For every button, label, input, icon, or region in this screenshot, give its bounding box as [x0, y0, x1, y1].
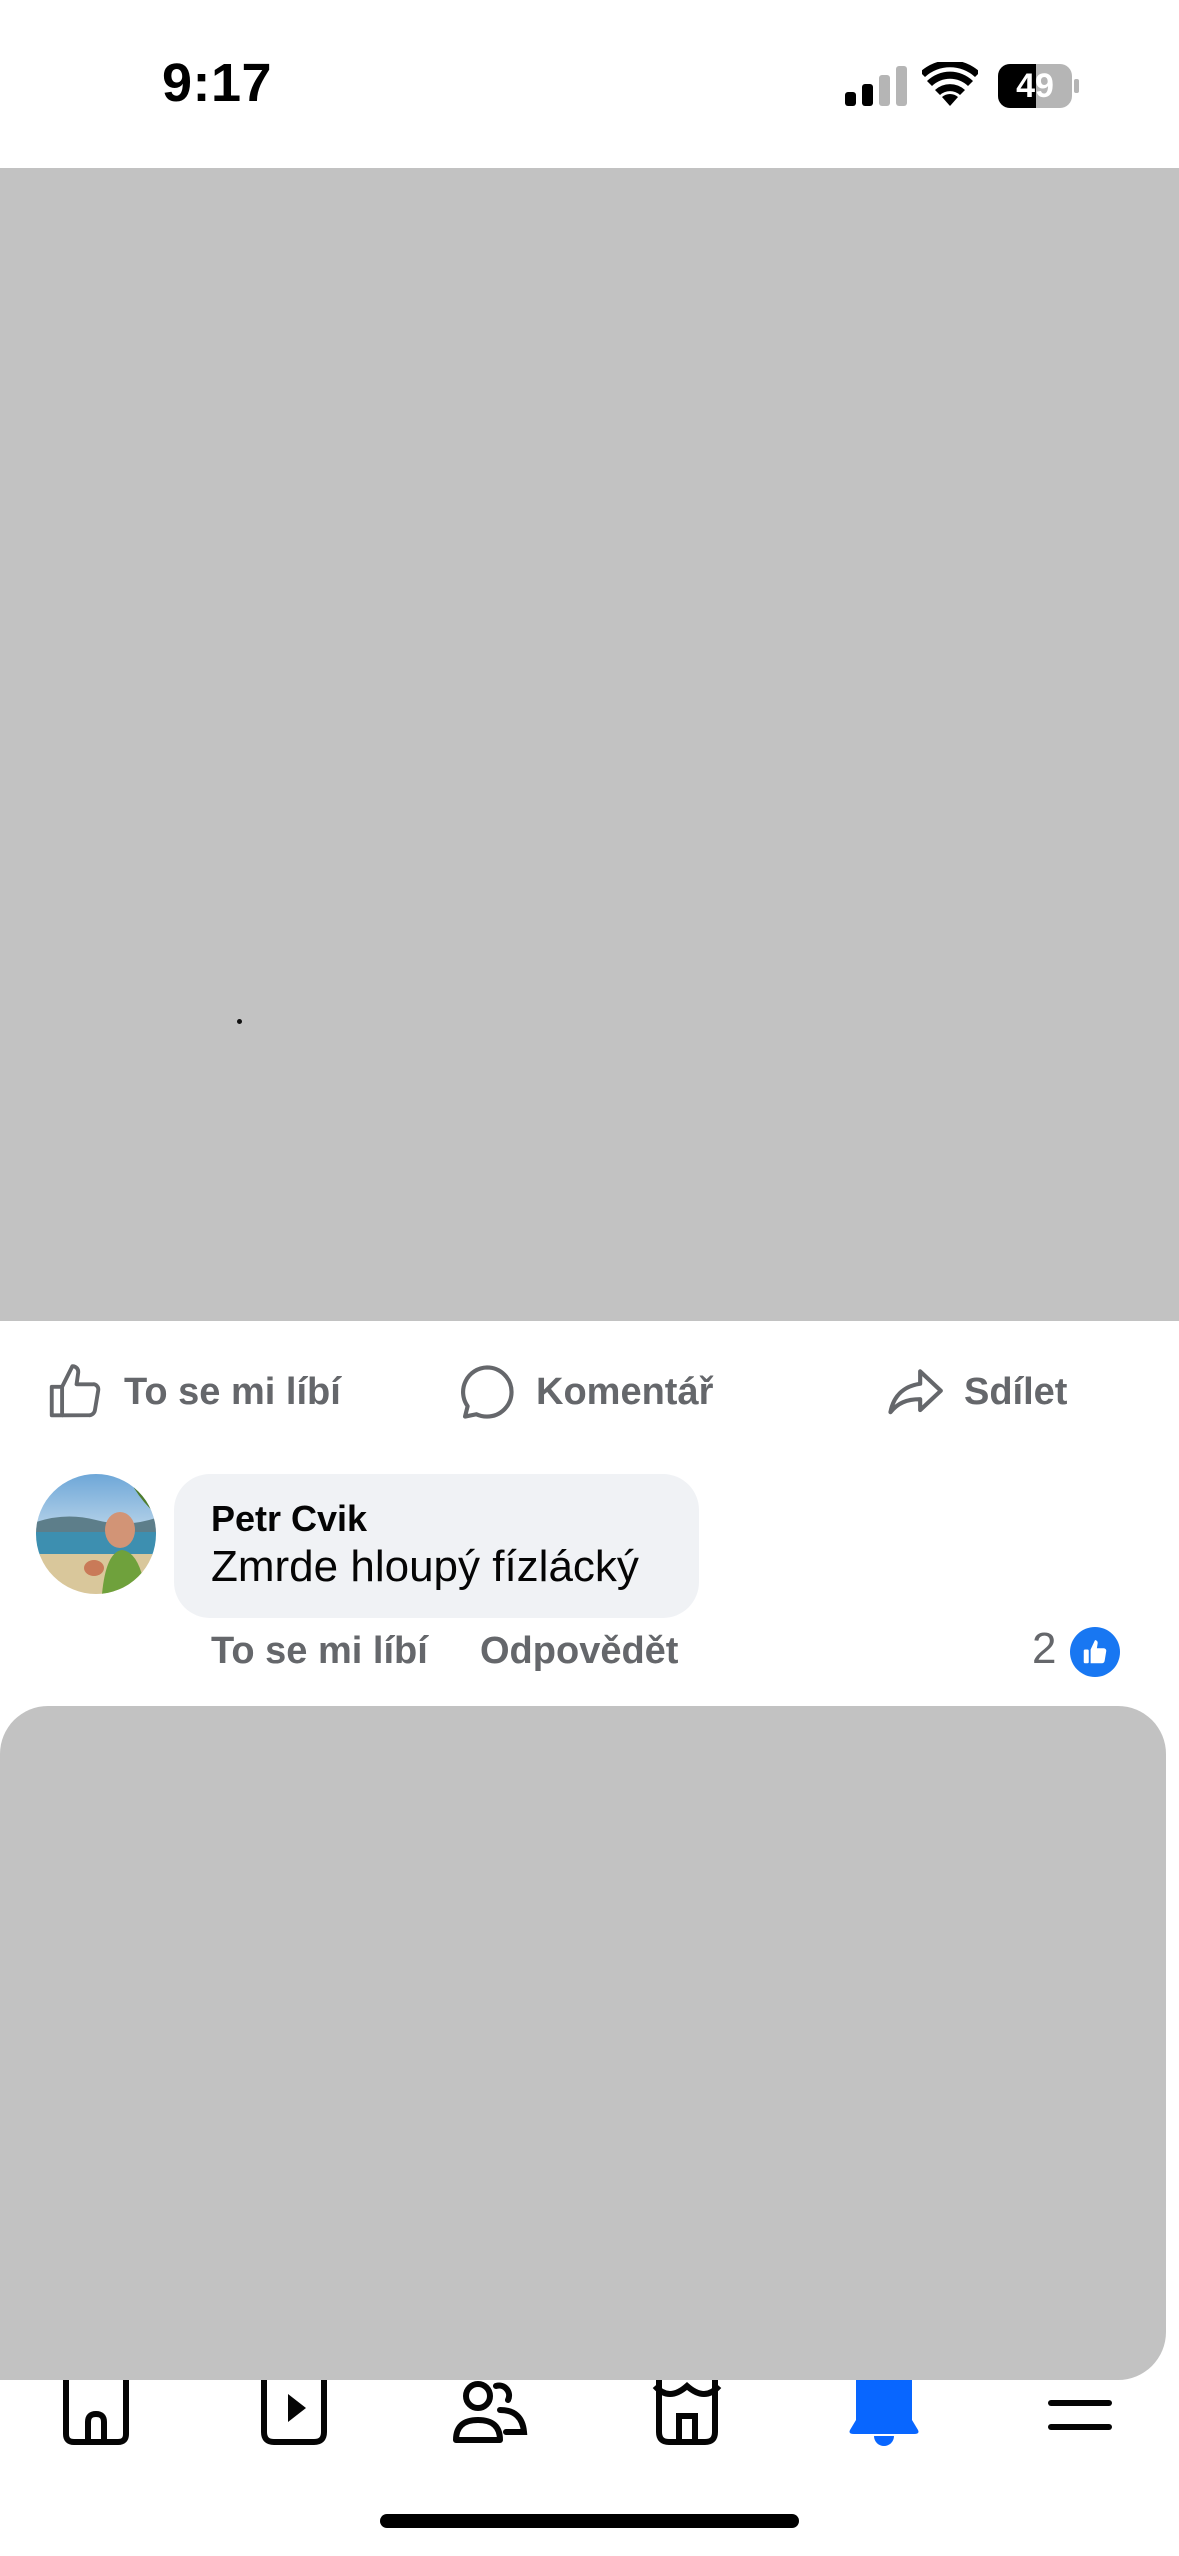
- comment-label: Komentář: [536, 1370, 714, 1413]
- comment-like-button[interactable]: To se mi líbí: [211, 1630, 428, 1673]
- post-action-bar: To se mi líbí Komentář Sdílet: [0, 1322, 1179, 1462]
- comment-text: Zmrde hloupý fízlácký: [211, 1542, 639, 1591]
- menu-icon: [1048, 2400, 1112, 2430]
- home-icon: [63, 2380, 129, 2445]
- share-button[interactable]: Sdílet: [884, 1360, 1067, 1424]
- friends-icon: [453, 2381, 528, 2443]
- status-bar: 9:17 49: [0, 0, 1179, 168]
- thumbs-up-icon: [1070, 1627, 1120, 1677]
- battery-icon: 49: [998, 64, 1080, 108]
- share-label: Sdílet: [964, 1370, 1068, 1413]
- battery-level: 49: [1016, 67, 1054, 105]
- thumbs-up-icon: [49, 1364, 101, 1418]
- post-media[interactable]: [0, 168, 1179, 1321]
- comment-author[interactable]: Petr Cvik: [211, 1498, 367, 1540]
- reaction-count[interactable]: 2: [1032, 1624, 1056, 1674]
- like-button[interactable]: To se mi líbí: [44, 1360, 341, 1424]
- video-icon: [261, 2380, 327, 2445]
- comment-icon: [461, 1365, 514, 1419]
- tab-marketplace[interactable]: [637, 2380, 737, 2450]
- share-icon: [888, 1369, 943, 1415]
- notifications-icon: [849, 2380, 919, 2446]
- comment-button[interactable]: Komentář: [456, 1360, 713, 1424]
- signal-icon: [845, 66, 907, 106]
- tab-friends[interactable]: [440, 2380, 540, 2450]
- marketplace-icon: [652, 2380, 722, 2445]
- commenter-avatar[interactable]: [36, 1474, 156, 1594]
- overlay-sheet: [0, 1706, 1166, 2380]
- comment-bubble[interactable]: Petr Cvik Zmrde hloupý fízlácký: [174, 1474, 699, 1618]
- bottom-tab-bar: [0, 2380, 1179, 2556]
- media-dot: [237, 1019, 242, 1024]
- tab-home[interactable]: [46, 2380, 146, 2450]
- tab-menu[interactable]: [1030, 2380, 1130, 2450]
- tab-notifications[interactable]: [834, 2380, 934, 2450]
- home-indicator[interactable]: [380, 2514, 799, 2528]
- status-time: 9:17: [162, 53, 273, 113]
- like-label: To se mi líbí: [124, 1370, 341, 1413]
- comment-reply-button[interactable]: Odpovědět: [480, 1630, 678, 1673]
- tab-video[interactable]: [244, 2380, 344, 2450]
- wifi-icon: [922, 62, 978, 106]
